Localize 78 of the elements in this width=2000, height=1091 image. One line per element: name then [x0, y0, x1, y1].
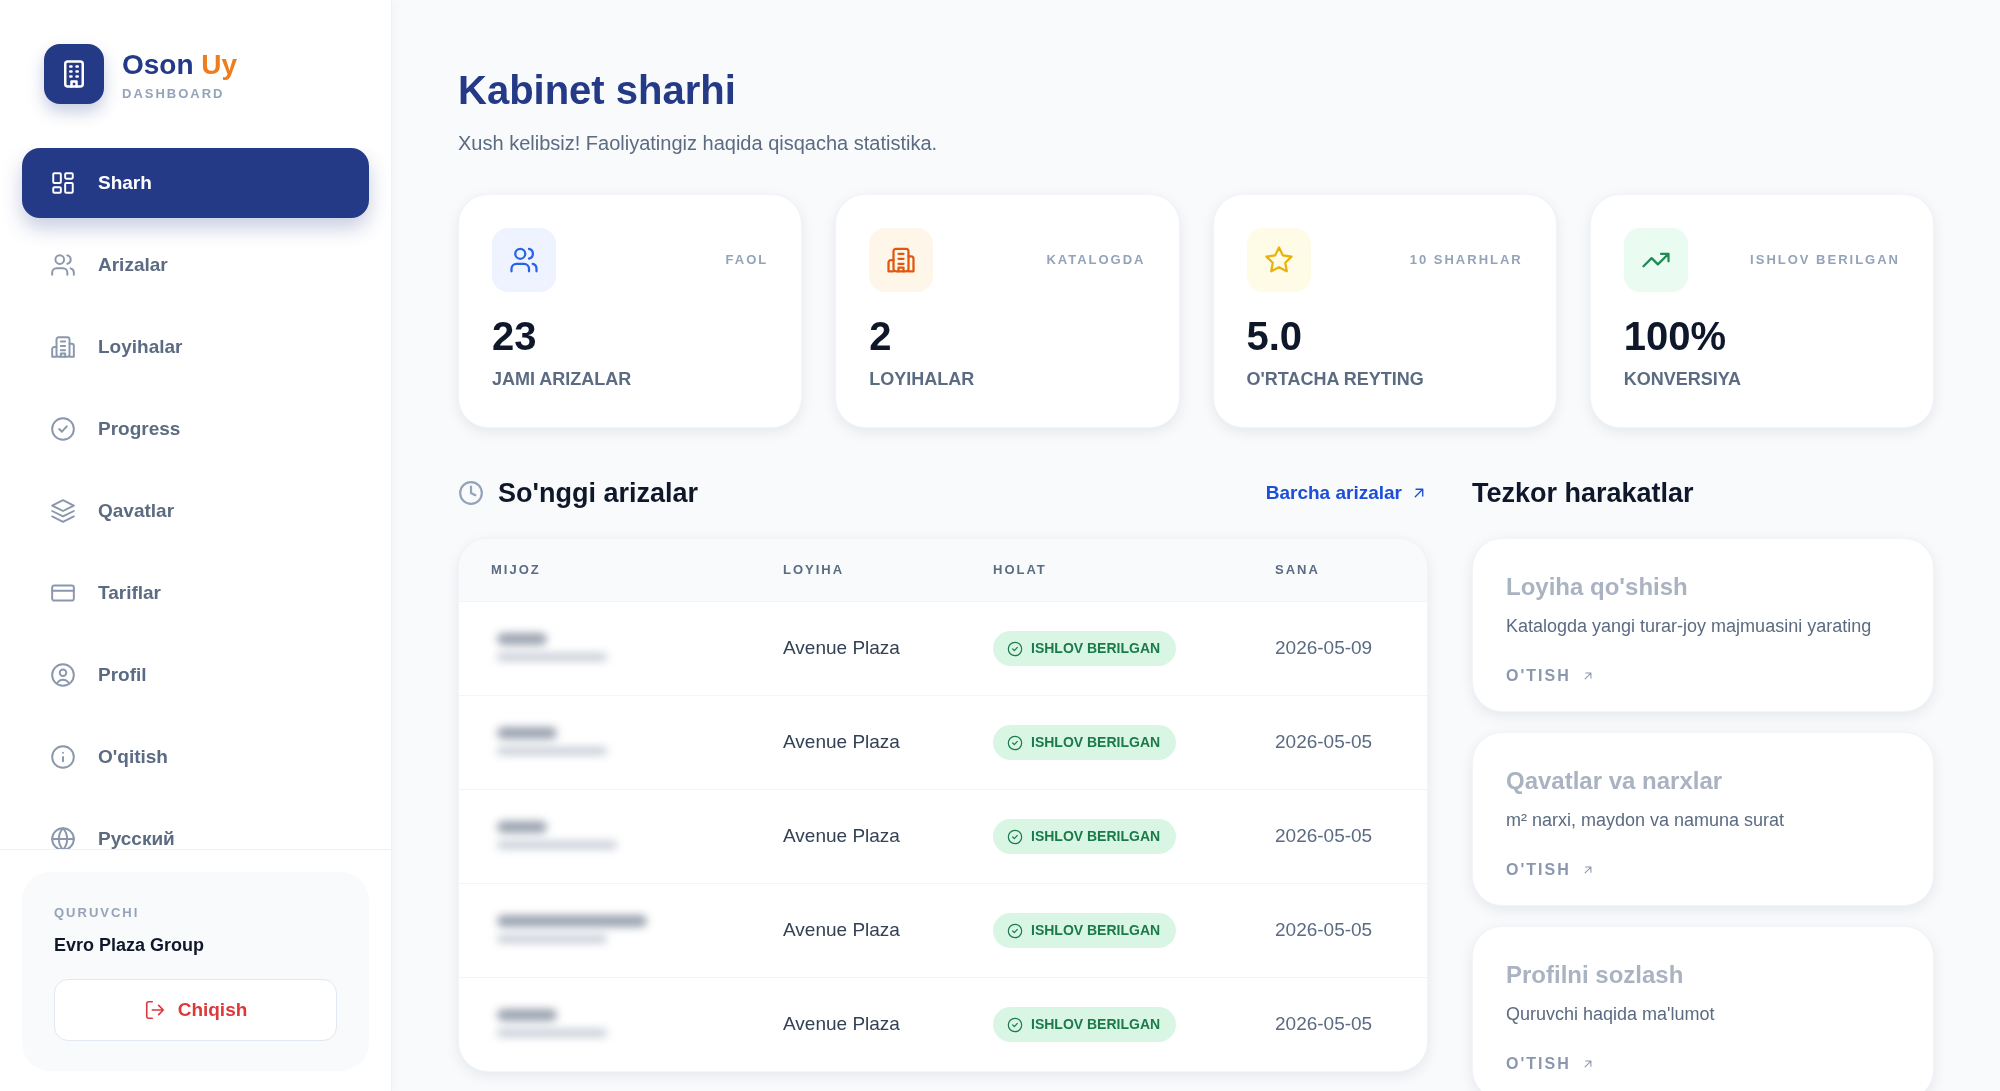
project-cell: Avenue Plaza: [751, 695, 961, 789]
check-circle-icon: [1007, 640, 1023, 657]
stat-tag: ISHLOV BERILGAN: [1750, 250, 1900, 270]
check-circle-icon: [1007, 828, 1023, 845]
stat-value: 5.0: [1246, 314, 1303, 358]
stat-value: 100%: [1623, 314, 1727, 358]
go-link[interactable]: O'TISH: [1506, 664, 1595, 688]
account-name: Evro Plaza Group: [54, 934, 205, 957]
project-cell: Avenue Plaza: [751, 977, 961, 1071]
check-circle-icon: [1007, 1016, 1023, 1033]
action-description: Katalogda yangi turar-joy majmuasini yarating: [1506, 615, 1873, 638]
logo-icon: [44, 44, 104, 104]
nav-item[interactable]: Tariflar: [22, 558, 369, 628]
stat-tag: 10 SHARHLAR: [1409, 250, 1523, 270]
column-header: LOYIHA: [751, 539, 961, 601]
logout-icon: [143, 999, 166, 1021]
nav-item[interactable]: Qavatlar: [22, 476, 369, 546]
action-description: Quruvchi haqida ma'lumot: [1506, 1003, 1716, 1026]
nav-item[interactable]: Arizalar: [22, 230, 369, 300]
status-badge: ISHLOV BERILGAN: [993, 631, 1177, 666]
column-header: SANA: [1243, 539, 1427, 601]
stat-label: LOYIHALAR: [869, 368, 975, 391]
nav-item[interactable]: Loyihalar: [22, 312, 369, 382]
brand-subtitle: DASHBOARD: [122, 85, 225, 103]
action-title: Profilni sozlash: [1506, 960, 1684, 990]
section-title: Tezkor harakatlar: [1472, 476, 1694, 510]
stat-label: KONVERSIYA: [1623, 368, 1742, 391]
stat-label: O'RTACHA REYTING: [1246, 368, 1424, 391]
all-requests-link[interactable]: Barcha arizalar: [1265, 478, 1428, 508]
date-cell: 2026-05-05: [1243, 977, 1427, 1071]
action-description: m² narxi, maydon va namuna surat: [1506, 809, 1786, 832]
date-cell: 2026-05-05: [1243, 789, 1427, 883]
building-icon: [886, 245, 917, 275]
check-circle-icon: [50, 416, 76, 442]
date-cell: 2026-05-05: [1243, 883, 1427, 977]
user-circle-icon: [50, 662, 76, 688]
building-icon: [50, 334, 76, 360]
info-icon: [50, 744, 76, 770]
stat-tag: FAOL: [725, 250, 769, 270]
clock-icon: [458, 480, 484, 506]
action-title: Qavatlar va narxlar: [1506, 766, 1723, 796]
project-cell: Avenue Plaza: [751, 883, 961, 977]
status-badge: ISHLOV BERILGAN: [993, 725, 1177, 760]
go-link[interactable]: O'TISH: [1506, 1052, 1595, 1076]
brand-name: Oson Uy: [122, 50, 238, 81]
star-icon: [1263, 245, 1294, 275]
nav-item[interactable]: Sharh: [22, 148, 369, 218]
check-circle-icon: [1007, 922, 1023, 939]
project-cell: Avenue Plaza: [751, 601, 961, 695]
column-header: HOLAT: [961, 539, 1243, 601]
globe-icon: [50, 826, 76, 849]
page-subtitle: Xush kelibsiz! Faoliyatingiz haqida qisqacha statistika.: [458, 131, 939, 156]
dashboard-icon: [50, 170, 76, 196]
column-header: MIJOZ: [459, 539, 751, 601]
date-cell: 2026-05-05: [1243, 695, 1427, 789]
go-link[interactable]: O'TISH: [1506, 858, 1595, 882]
section-title: So'nggi arizalar: [498, 476, 698, 510]
nav-item[interactable]: Русский: [22, 804, 369, 849]
stat-value: 23: [492, 314, 537, 358]
check-circle-icon: [1007, 734, 1023, 751]
page-title: Kabinet sharhi: [458, 67, 737, 114]
stat-label: JAMI ARIZALAR: [492, 368, 632, 391]
status-badge: ISHLOV BERILGAN: [993, 913, 1177, 948]
layers-icon: [50, 498, 76, 524]
project-cell: Avenue Plaza: [751, 789, 961, 883]
date-cell: 2026-05-09: [1243, 601, 1427, 695]
nav-item[interactable]: Progress: [22, 394, 369, 464]
account-role: QURUVCHI: [54, 904, 140, 922]
status-badge: ISHLOV BERILGAN: [993, 1007, 1177, 1042]
users-icon: [509, 245, 539, 275]
stat-tag: KATALOGDA: [1046, 250, 1146, 270]
users-icon: [50, 252, 76, 278]
status-badge: ISHLOV BERILGAN: [993, 819, 1177, 854]
stat-value: 2: [869, 314, 892, 358]
action-title: Loyiha qo'shish: [1506, 572, 1688, 602]
nav-item[interactable]: O'qitish: [22, 722, 369, 792]
nav-item[interactable]: Profil: [22, 640, 369, 710]
logout-button[interactable]: Chiqish: [54, 979, 337, 1041]
